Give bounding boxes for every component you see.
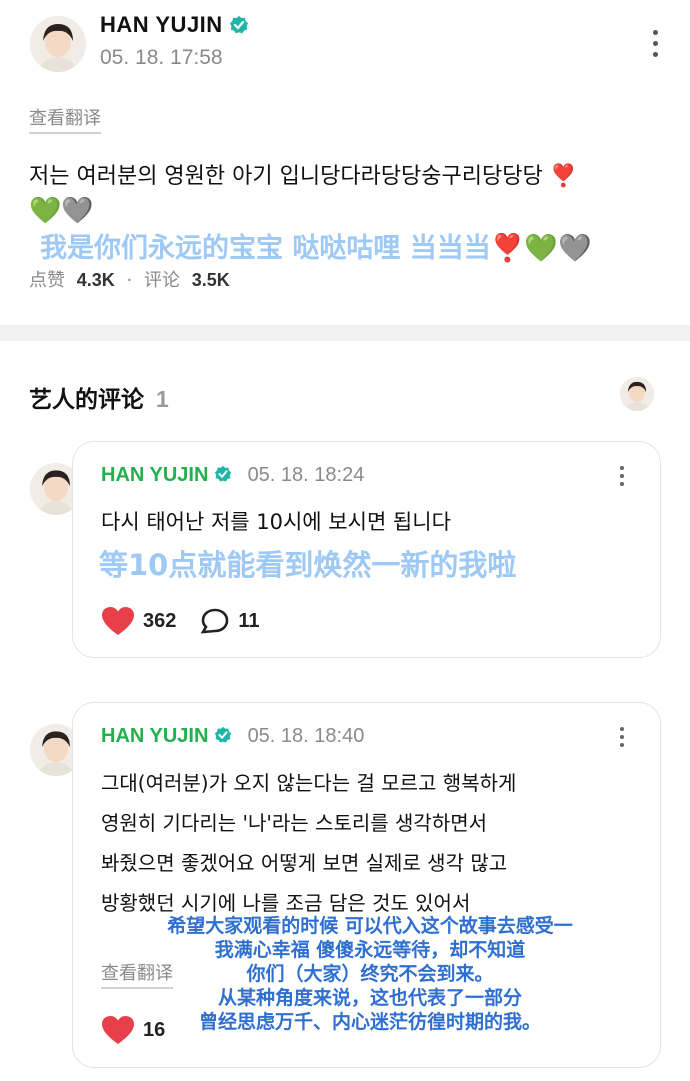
- post-body-hearts: 💚🩶: [29, 196, 94, 226]
- comment-actions: 362 11: [101, 606, 260, 636]
- comments-label: 评论: [143, 270, 180, 291]
- comment-author-text: HAN YUJIN: [101, 464, 209, 486]
- post-timestamp: 05. 18. 17:58: [100, 46, 223, 69]
- comment-text: 그대(여러분)가 오지 않는다는 걸 모르고 행복하게 영원히 기다리는 '나'…: [101, 763, 516, 923]
- comment-subtitle-cn-line: 从某种角度来说，这也代表了一部分: [217, 987, 522, 1009]
- comment-text-line: 영원히 기다리는 '나'라는 스토리를 생각하면서: [101, 811, 488, 835]
- likes-label: 点赞: [29, 270, 65, 291]
- translate-button[interactable]: 查看翻译: [29, 104, 101, 134]
- verified-icon: [230, 15, 249, 34]
- section-divider: [0, 325, 690, 341]
- comment-subtitle-cn: 等10点就能看到焕然一新的我啦: [99, 548, 517, 582]
- artist-comments-header: 艺人的评论 1: [29, 380, 169, 414]
- heart-icon[interactable]: [101, 606, 135, 636]
- author-avatar[interactable]: [30, 16, 86, 72]
- stats-separator: ·: [126, 270, 133, 291]
- comment-text: 다시 태어난 저를 10시에 보시면 됩니다: [101, 510, 451, 534]
- artist-mini-avatar[interactable]: [620, 377, 654, 411]
- comment-subtitle-cn-line: 希望大家观看的时候 可以代入这个故事去感受一: [167, 915, 573, 937]
- comment-text-line: 봐줬으면 좋겠어요 어떻게 보면 실제로 생각 많고: [101, 851, 508, 875]
- comment-author[interactable]: HAN YUJIN 05. 18. 18:24: [101, 464, 364, 487]
- likes-count[interactable]: 4.3K: [77, 270, 115, 290]
- comments-count[interactable]: 3.5K: [192, 270, 230, 290]
- comment-timestamp: 05. 18. 18:24: [247, 464, 365, 486]
- comment-subtitle-cn-block: 希望大家观看的时候 可以代入这个故事去感受一 我满心幸福 傻傻永远等待，却不知道…: [90, 914, 650, 1034]
- post-body: 저는 여러분의 영원한 아기 입니당다라당당숭구리당당당 ❣️: [29, 164, 578, 189]
- comment-subtitle-cn-line: 我满心幸福 傻傻永远等待，却不知道: [214, 939, 526, 961]
- comment-text-line: 그대(여러분)가 오지 않는다는 걸 모르고 행복하게: [101, 771, 517, 795]
- post-subtitle-cn: 我是你们永远的宝宝 哒哒咕哩 当当当❣️💚🩶: [40, 233, 592, 264]
- post-stats: 点赞 4.3K · 评论 3.5K: [29, 266, 230, 292]
- verified-icon: [214, 727, 232, 743]
- comment-more-icon[interactable]: [615, 727, 629, 747]
- comment-card: HAN YUJIN 05. 18. 18:24 다시 태어난 저를 10시에 보…: [72, 441, 661, 658]
- comment-timestamp: 05. 18. 18:40: [247, 725, 365, 747]
- more-options-icon[interactable]: [648, 30, 662, 57]
- like-count: 362: [143, 609, 177, 632]
- comment-more-icon[interactable]: [615, 466, 629, 486]
- verified-icon: [214, 466, 232, 482]
- author-name-text: HAN YUJIN: [100, 12, 223, 37]
- reply-count: 11: [238, 609, 260, 632]
- author-name[interactable]: HAN YUJIN: [100, 12, 249, 38]
- comment-author-text: HAN YUJIN: [101, 725, 209, 747]
- comment-subtitle-cn-line: 曾经思虑万千、内心迷茫彷徨时期的我。: [198, 1011, 541, 1033]
- reply-icon[interactable]: [200, 607, 230, 635]
- artist-comments-count: 1: [156, 386, 169, 412]
- artist-comments-title: 艺人的评论: [29, 387, 144, 413]
- comment-subtitle-cn-line: 你们（大家）终究不会到来。: [246, 963, 494, 985]
- comment-author[interactable]: HAN YUJIN 05. 18. 18:40: [101, 725, 364, 748]
